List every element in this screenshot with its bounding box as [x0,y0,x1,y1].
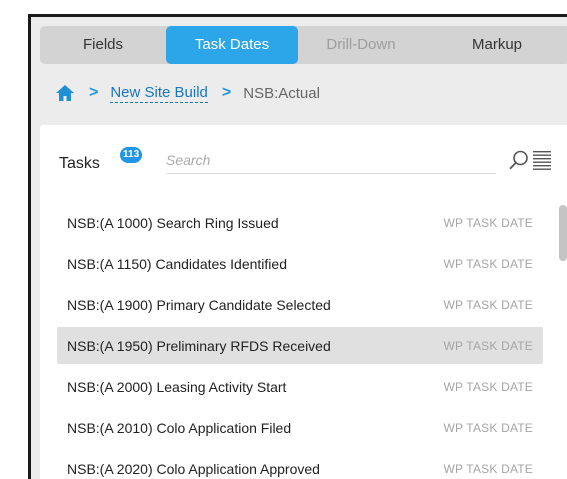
task-type: WP TASK DATE [443,420,533,435]
task-name: NSB:(A 1150) Candidates Identified [67,255,287,272]
search-input[interactable] [166,147,496,174]
breadcrumb-current: NSB:Actual [243,84,320,102]
task-name: NSB:(A 2000) Leasing Activity Start [67,378,287,395]
task-type: WP TASK DATE [443,297,533,312]
search-icon[interactable] [508,149,530,171]
task-row[interactable]: NSB:(A 1900) Primary Candidate Selected … [57,286,543,323]
window-frame: Fields Task Dates Drill-Down Markup > Ne… [28,14,567,479]
task-row-selected[interactable]: NSB:(A 1950) Preliminary RFDS Received W… [57,327,543,364]
tab-fields[interactable]: Fields [40,26,166,64]
breadcrumb-separator: > [89,84,99,101]
task-type: WP TASK DATE [443,256,533,271]
task-type: WP TASK DATE [443,215,533,230]
task-type: WP TASK DATE [443,379,533,394]
breadcrumb-link-new-site-build[interactable]: New Site Build [110,84,208,103]
tab-bar: Fields Task Dates Drill-Down Markup [40,26,567,64]
task-row[interactable]: NSB:(A 2000) Leasing Activity Start WP T… [57,368,543,405]
task-type: WP TASK DATE [443,338,533,353]
task-name: NSB:(A 1950) Preliminary RFDS Received [67,337,331,354]
breadcrumb: > New Site Build > NSB:Actual [55,83,320,103]
task-row[interactable]: NSB:(A 2010) Colo Application Filed WP T… [57,409,543,446]
tasks-panel: Tasks 113 NSB:(A 1000) Search Ring Issue… [40,125,567,479]
task-name: NSB:(A 2010) Colo Application Filed [67,419,292,436]
task-name: NSB:(A 1000) Search Ring Issued [67,214,279,231]
task-row[interactable]: NSB:(A 2020) Colo Application Approved W… [57,450,543,479]
task-type: WP TASK DATE [443,461,533,476]
task-name: NSB:(A 2020) Colo Application Approved [67,460,320,477]
home-icon[interactable] [55,83,75,103]
task-row[interactable]: NSB:(A 1150) Candidates Identified WP TA… [57,245,543,282]
tab-drill-down: Drill-Down [326,36,396,53]
task-name: NSB:(A 1900) Primary Candidate Selected [67,296,331,313]
tab-task-dates[interactable]: Task Dates [166,26,298,64]
list-scrollbar[interactable] [559,205,567,261]
list-menu-icon[interactable] [532,150,552,170]
breadcrumb-separator: > [221,84,232,101]
tasks-count-badge: 113 [120,147,143,163]
tasks-title: Tasks [59,155,100,172]
tab-markup[interactable]: Markup [424,26,567,64]
task-row[interactable]: NSB:(A 1000) Search Ring Issued WP TASK … [57,204,543,241]
task-list: NSB:(A 1000) Search Ring Issued WP TASK … [57,204,543,479]
